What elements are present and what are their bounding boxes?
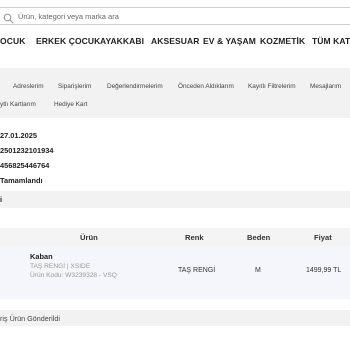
header-price: Fiyat xyxy=(314,233,332,242)
tab-messages[interactable]: Mesajlarım xyxy=(310,83,341,90)
tracking-number: 456825446764 xyxy=(0,161,50,170)
category-tum-kategoriler[interactable]: TÜM KATEG xyxy=(312,36,350,46)
tab-saved-filters[interactable]: Kayıtlı Filtrelerim xyxy=(248,83,296,90)
category-kiz-cocuk[interactable]: OCUK xyxy=(0,36,25,46)
product-size: M xyxy=(255,267,261,274)
tab-reviews[interactable]: Değerlendirmelerim xyxy=(107,83,163,90)
category-ev-yasam[interactable]: EV & YAŞAM xyxy=(203,36,256,46)
header-size: Beden xyxy=(247,233,271,242)
category-erkek-cocuk[interactable]: ERKEK ÇOCUK xyxy=(36,36,100,46)
tab-orders[interactable]: Siparişlerim xyxy=(58,83,91,90)
header-color: Renk xyxy=(185,233,204,242)
category-ayakkabi[interactable]: AYAKKABI xyxy=(100,36,144,46)
header-product: Ürün xyxy=(80,233,98,242)
account-menu: Adreslerim Siparişlerim Değerlendirmeler… xyxy=(0,68,350,118)
section-band: i xyxy=(0,191,350,208)
search-input[interactable] xyxy=(18,8,338,24)
category-aksesuar[interactable]: AKSESUAR xyxy=(151,36,200,46)
category-kozmetik[interactable]: KOZMETİK xyxy=(260,36,305,46)
product-name[interactable]: Kaban xyxy=(30,252,53,261)
tab-previously-bought[interactable]: Önceden Aldıklarım xyxy=(178,83,234,90)
tab-gift-card[interactable]: Hediye Kart xyxy=(54,101,87,108)
search-bar[interactable] xyxy=(0,7,350,25)
shipment-status: riş Ürün Gönderildi xyxy=(0,314,60,323)
product-price: 1499,99 TL xyxy=(306,267,342,274)
order-date: 27.01.2025 xyxy=(0,131,37,140)
shipment-band: riş Ürün Gönderildi xyxy=(0,310,350,326)
category-nav: OCUK ERKEK ÇOCUK AYAKKABI AKSESUAR EV & … xyxy=(0,36,350,52)
table-row: Kaban TAŞ RENGİ | XSIDE Ürün Kodu: W3239… xyxy=(0,246,350,299)
product-variant: TAŞ RENGİ | XSIDE xyxy=(30,263,91,270)
section-band-label: i xyxy=(0,195,3,204)
table-header: Ürün Renk Beden Fiyat xyxy=(0,228,350,246)
order-status: Tamamlandı xyxy=(0,176,43,185)
product-code: Ürün Kodu: W3239328 - VSQ xyxy=(30,272,117,279)
tab-addresses[interactable]: Adreslerim xyxy=(13,83,44,90)
search-icon[interactable] xyxy=(3,11,14,24)
order-number: 2501232101934 xyxy=(0,146,54,155)
product-color: TAŞ RENGİ xyxy=(178,267,216,274)
tab-saved-cards[interactable]: ytlı Kartlarım xyxy=(0,101,36,108)
